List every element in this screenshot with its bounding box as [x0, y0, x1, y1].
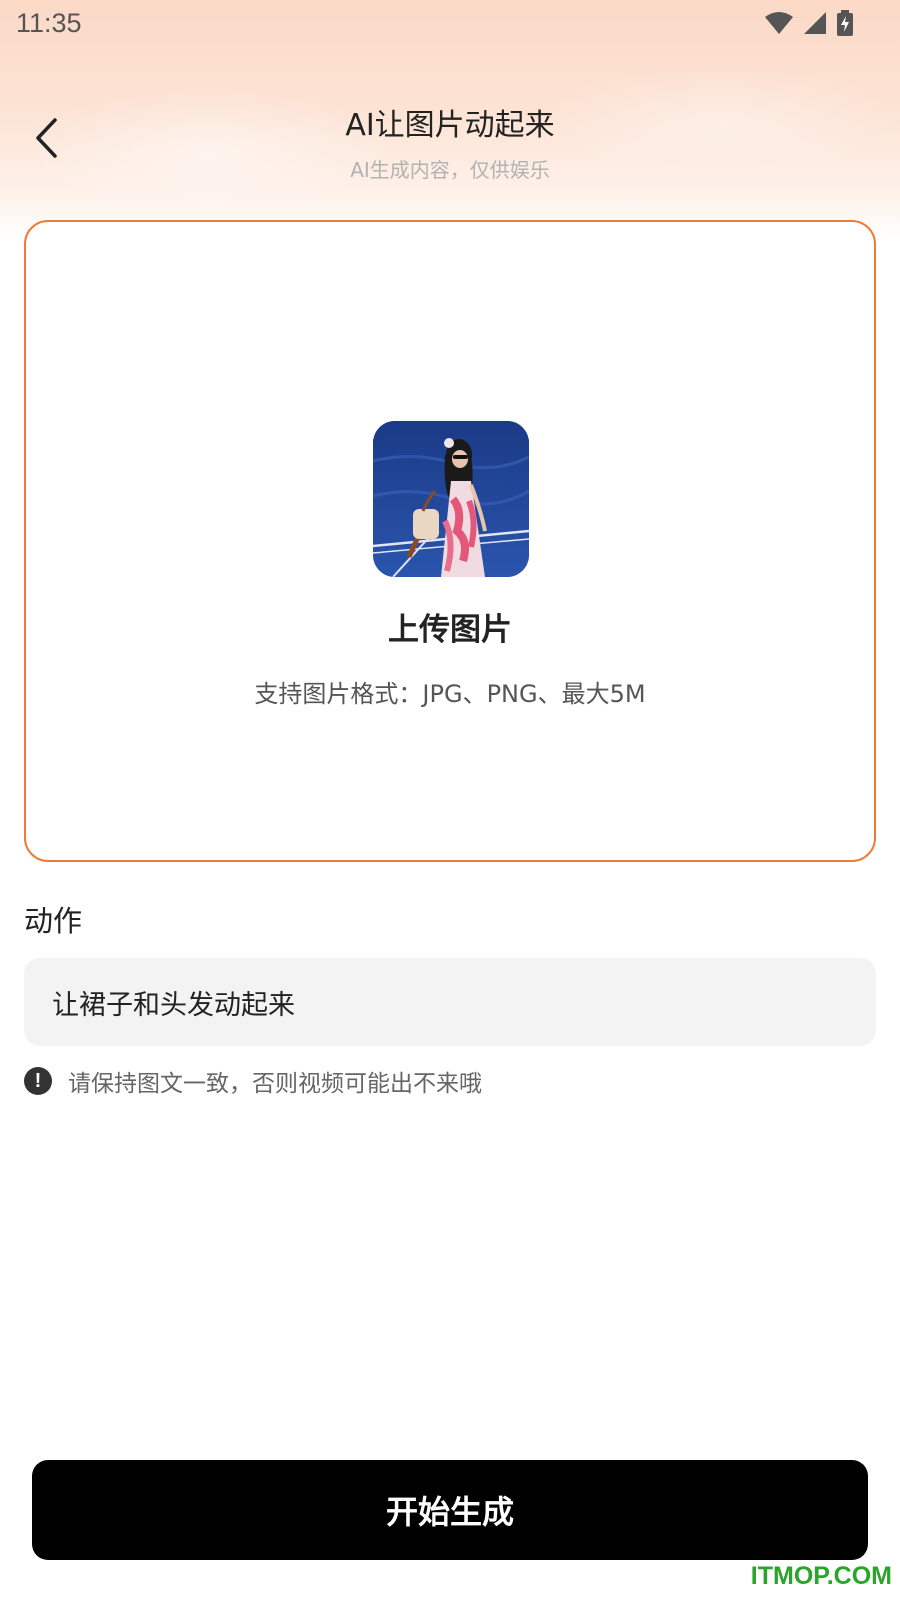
- upload-image-area[interactable]: 上传图片 支持图片格式：JPG、PNG、最大5M: [24, 220, 876, 862]
- action-prompt-input[interactable]: 让裙子和头发动起来: [24, 958, 876, 1046]
- start-generate-button[interactable]: 开始生成: [32, 1460, 868, 1560]
- uploaded-image-thumbnail[interactable]: [373, 421, 529, 577]
- page-subtitle: AI生成内容，仅供娱乐: [350, 158, 550, 182]
- wifi-icon: [765, 12, 793, 34]
- consistency-warning: ! 请保持图文一致，否则视频可能出不来哦: [24, 1064, 482, 1098]
- uploaded-photo: [373, 421, 529, 577]
- page-title: AI让图片动起来: [345, 108, 555, 143]
- upload-format-hint: 支持图片格式：JPG、PNG、最大5M: [254, 680, 646, 708]
- battery-charging-icon: [837, 10, 853, 36]
- status-icons: [764, 10, 854, 36]
- upload-title: 上传图片: [388, 612, 512, 648]
- signal-icon: [804, 12, 826, 34]
- start-generate-label: 开始生成: [385, 1493, 514, 1531]
- action-label: 动作: [24, 904, 83, 938]
- warning-text: 请保持图文一致，否则视频可能出不来哦: [68, 1071, 482, 1097]
- exclamation-circle-icon: !: [24, 1067, 52, 1095]
- watermark: ITMOP.COM: [750, 1562, 892, 1590]
- action-prompt-value: 让裙子和头发动起来: [52, 989, 295, 1021]
- status-time: 11:35: [16, 8, 82, 38]
